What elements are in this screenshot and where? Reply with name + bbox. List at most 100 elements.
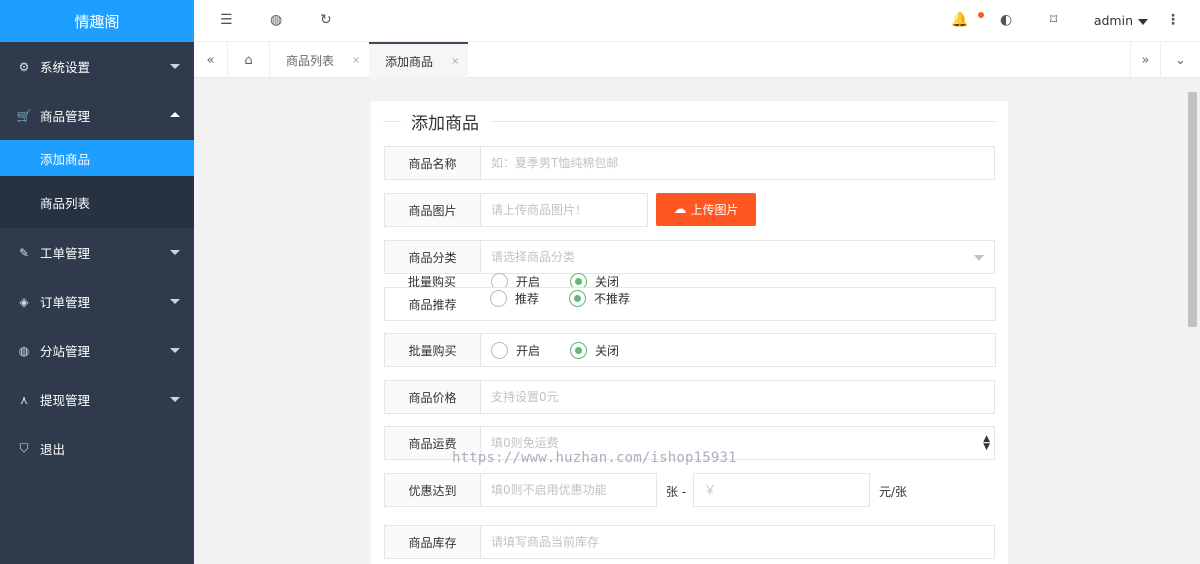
tab-bar: « ⌂ 商品列表 × 添加商品 × » ⌄ [194,42,1200,78]
sidebar-item-logout[interactable]: ⛉ 退出 [0,424,194,473]
discount-count-input[interactable] [491,483,656,497]
field-label: 商品价格 [384,380,481,414]
add-product-form: 添加商品 商品名称 商品图片 ☁ 上传图片 商品分类 批量购买 开启 关闭 商 [371,101,1008,564]
ticket-icon: ✎ [18,245,30,260]
field-product-category: 商品分类 [384,240,995,274]
radio-icon [490,289,507,307]
notification-dot [978,12,984,18]
sidebar-item-label: 工单管理 [40,246,91,261]
shipping-input[interactable] [491,436,994,450]
chevron-down-icon [170,348,180,353]
close-icon[interactable]: × [352,55,360,66]
chevron-down-icon [170,64,180,69]
radio-recommend-yes[interactable]: 推荐 [490,289,539,307]
sidebar-item-label: 分站管理 [40,344,91,359]
sidebar-submenu: 添加商品 商品列表 [0,140,194,228]
tab-label: 添加商品 [385,54,434,69]
field-product-stock: 商品库存 [384,525,995,559]
tab-product-list[interactable]: 商品列表 × [270,42,369,78]
close-icon[interactable]: × [451,56,459,67]
field-product-recommend: 商品推荐 推荐 不推荐 [384,287,996,321]
globe-icon: ◍ [18,343,30,358]
form-title: 添加商品 [411,113,479,134]
field-label: 商品名称 [384,146,481,180]
tabs-menu-chevron-icon[interactable]: ⌄ [1160,42,1200,78]
category-select-input[interactable] [491,250,994,264]
more-icon[interactable]: ⋮ [1166,12,1180,28]
user-menu[interactable]: admin [1094,13,1148,28]
radio-batch-on[interactable]: 开启 [491,341,540,359]
sidebar-item-label: 商品管理 [40,109,91,124]
product-image-input-wrap [480,193,648,227]
sidebar-subitem-product-list[interactable]: 商品列表 [0,176,194,228]
radio-checked-icon [569,289,587,307]
field-label: 商品图片 [384,193,481,227]
radio-recommend-no[interactable]: 不推荐 [569,289,630,307]
sidebar-item-system-settings[interactable]: ⚙ 系统设置 [0,42,194,91]
globe-icon[interactable]: ◍ [270,12,282,28]
scrollbar-thumb[interactable] [1188,92,1197,327]
sidebar-item-label: 退出 [40,442,66,457]
sidebar-item-ticket-management[interactable]: ✎ 工单管理 [0,228,194,277]
product-name-input[interactable] [491,156,994,170]
field-product-price: 商品价格 [384,380,995,414]
upload-button-label: 上传图片 [690,203,739,217]
select-arrow-icon [974,255,984,261]
field-label: 优惠达到 [384,473,481,507]
discount-price-input-wrap [693,473,870,507]
category-select[interactable] [480,240,995,274]
batch-radio-group: 开启 关闭 [480,333,996,367]
product-image-input[interactable] [491,203,647,217]
discount-unit-text: 元/张 [879,485,908,499]
palette-icon[interactable]: ◐ [1000,12,1012,28]
sidebar-item-order-management[interactable]: ◈ 订单管理 [0,277,194,326]
home-icon[interactable]: ⌂ [228,42,270,78]
discount-mid-text: 张 - [666,485,687,499]
refresh-icon[interactable]: ↻ [320,12,332,28]
sidebar-subitem-add-product[interactable]: 添加商品 [0,140,194,176]
field-product-name: 商品名称 [384,146,995,180]
menu-icon[interactable]: ☰ [220,12,233,28]
cart-icon: 🛒 [16,108,32,123]
tabs-scroll-right-icon[interactable]: » [1130,42,1160,78]
discount-price-input[interactable] [704,483,869,497]
shield-icon: ⛉ [19,441,29,455]
gear-icon: ⚙ [18,59,30,74]
caret-down-icon [1138,18,1148,25]
chevron-down-icon [170,299,180,304]
recommend-radio-group: 推荐 不推荐 [480,287,996,321]
bell-icon[interactable]: 🔔 [951,12,968,28]
tag-icon[interactable]: ⌑ [1050,12,1057,28]
field-product-image: 商品图片 ☁ 上传图片 [384,193,995,227]
top-header: ☰ ◍ ↻ 🔔 ◐ ⌑ admin ⋮ [194,0,1200,42]
radio-checked-icon [570,341,588,359]
sidebar-item-label: 系统设置 [40,60,91,75]
pulse-icon: ⋏ [19,392,29,407]
username: admin [1093,13,1133,28]
app-logo[interactable]: 情趣阁 [0,0,194,42]
radio-icon [491,341,508,359]
stock-input-wrap [480,525,995,559]
upload-image-button[interactable]: ☁ 上传图片 [656,193,756,226]
chevron-down-icon [170,397,180,402]
field-discount: 优惠达到 张 - 元/张 [384,473,924,507]
stock-input[interactable] [491,535,994,549]
radio-batch-off[interactable]: 关闭 [570,341,619,359]
form-legend: 添加商品 [383,109,996,134]
price-input-wrap [480,380,995,414]
sidebar-item-product-management[interactable]: 🛒 商品管理 [0,91,194,140]
price-input[interactable] [491,390,994,404]
tab-label: 商品列表 [286,53,335,68]
sidebar-item-substation-management[interactable]: ◍ 分站管理 [0,326,194,375]
sidebar-item-label: 提现管理 [40,393,91,408]
sidebar-item-label: 订单管理 [40,295,91,310]
sidebar-item-withdraw-management[interactable]: ⋏ 提现管理 [0,375,194,424]
tabs-scroll-left-icon[interactable]: « [194,42,228,78]
sidebar: 情趣阁 ⚙ 系统设置 🛒 商品管理 添加商品 商品列表 ✎ 工单管理 ◈ 订单管… [0,0,194,564]
field-label: 商品推荐 [384,287,481,321]
number-stepper-icon[interactable]: ▲ ▼ [983,435,990,452]
watermark-text: https://www.huzhan.com/ishop15931 [452,450,737,466]
field-label: 商品分类 [384,240,481,274]
tab-add-product[interactable]: 添加商品 × [369,42,468,78]
layers-icon: ◈ [19,294,29,309]
